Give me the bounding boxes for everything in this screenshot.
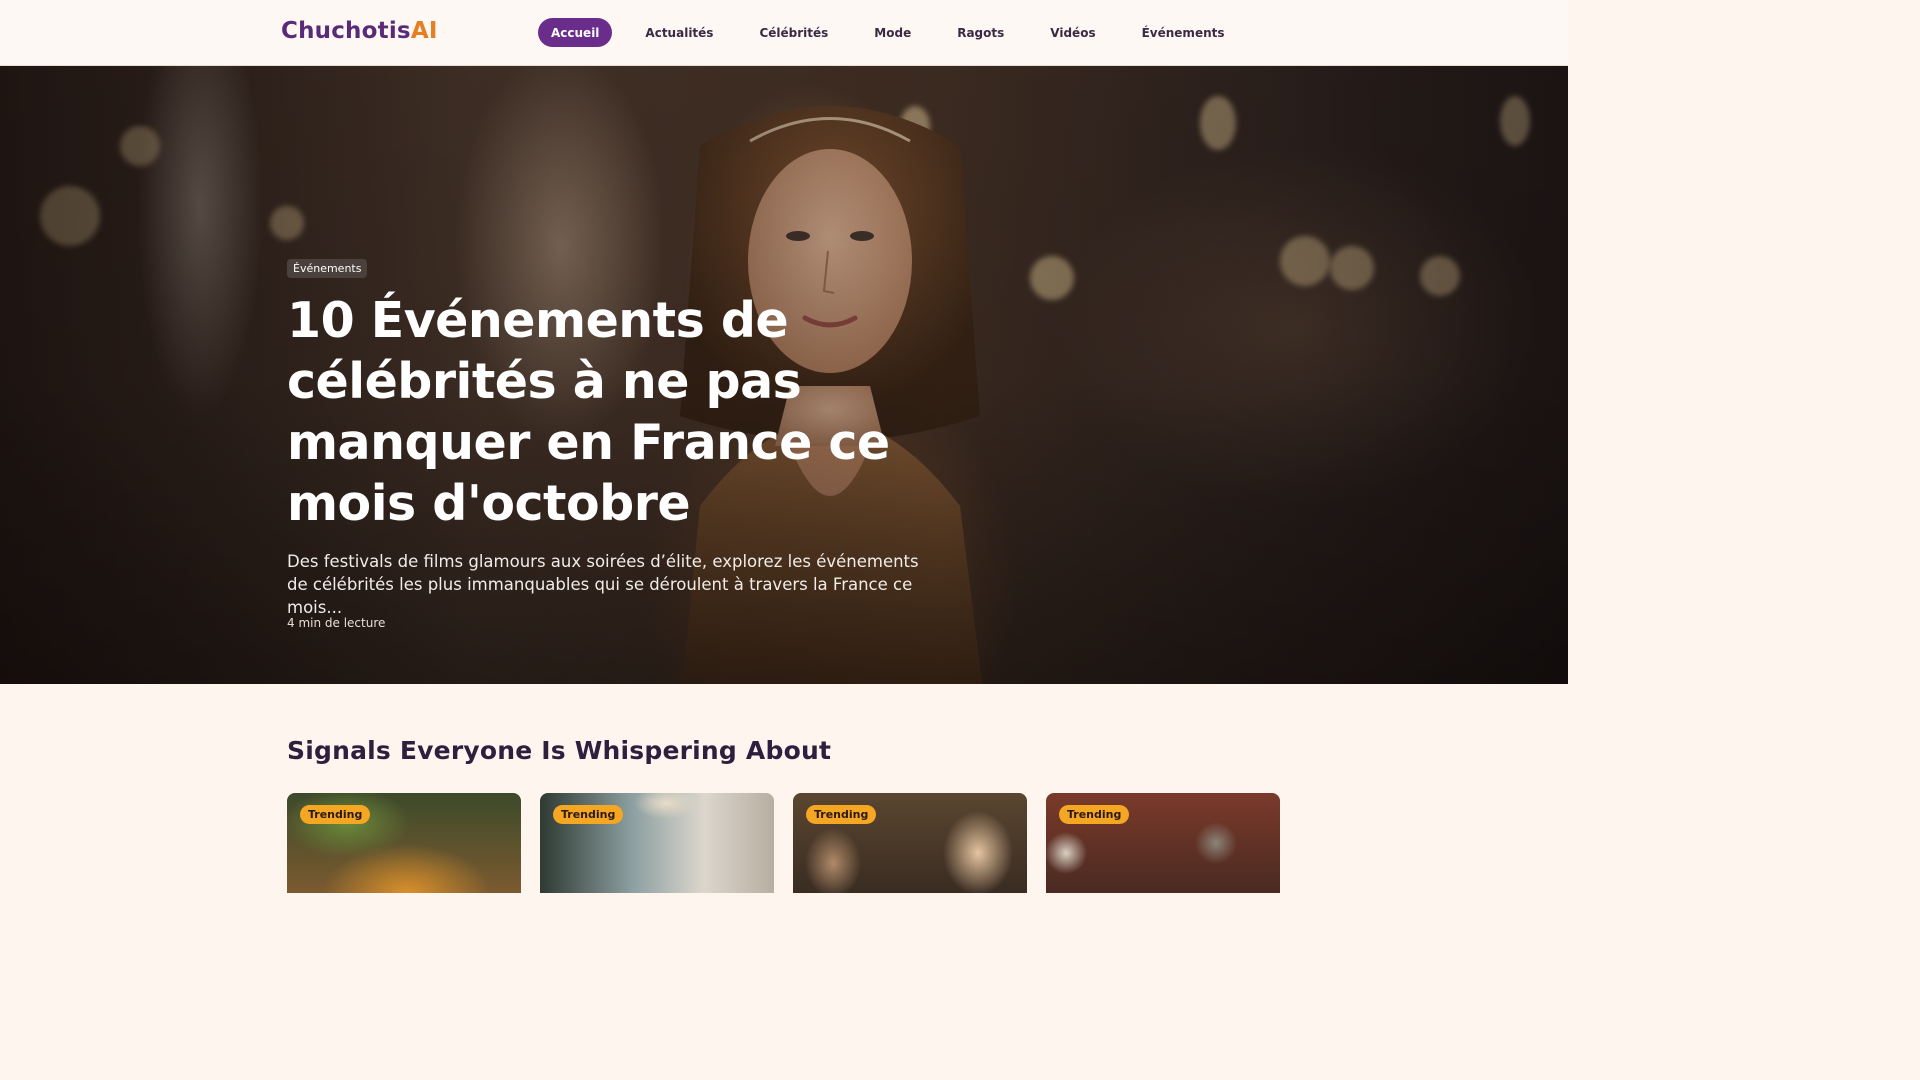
logo-text-main: Chuchotis — [281, 18, 411, 44]
article-card[interactable]: Trending — [540, 793, 774, 893]
hero-description: Des festivals de films glamours aux soir… — [287, 552, 919, 617]
article-card[interactable]: Trending — [1046, 793, 1280, 893]
article-card[interactable]: Trending — [793, 793, 1027, 893]
hero-title[interactable]: 10 Événements de célébrités à ne pas man… — [287, 290, 907, 534]
nav-item-celebrites[interactable]: Célébrités — [746, 18, 841, 47]
nav-item-evenements[interactable]: Événements — [1129, 18, 1238, 47]
site-header: ChuchotisAI Accueil Actualités Célébrité… — [0, 0, 1568, 66]
trending-badge: Trending — [806, 805, 877, 824]
nav-item-accueil[interactable]: Accueil — [538, 18, 613, 47]
nav-item-mode[interactable]: Mode — [861, 18, 924, 47]
hero-category-tag[interactable]: Événements — [287, 259, 368, 278]
section-title: Signals Everyone Is Whispering About — [287, 736, 832, 765]
nav-item-ragots[interactable]: Ragots — [944, 18, 1017, 47]
trending-badge: Trending — [300, 805, 371, 824]
nav-item-actualites[interactable]: Actualités — [632, 18, 726, 47]
main-nav: Accueil Actualités Célébrités Mode Ragot… — [538, 18, 1258, 47]
hero-banner[interactable]: Événements 10 Événements de célébrités à… — [0, 66, 1568, 684]
logo-text-ai: AI — [410, 18, 438, 44]
trending-badge: Trending — [1059, 805, 1130, 824]
hero-read-time: 4 min de lecture — [287, 616, 386, 630]
trending-badge: Trending — [553, 805, 624, 824]
trending-cards: Trending Trending Trending Trending — [287, 793, 1281, 893]
article-card[interactable]: Trending — [287, 793, 521, 893]
site-logo[interactable]: ChuchotisAI — [281, 18, 438, 44]
nav-item-videos[interactable]: Vidéos — [1037, 18, 1108, 47]
